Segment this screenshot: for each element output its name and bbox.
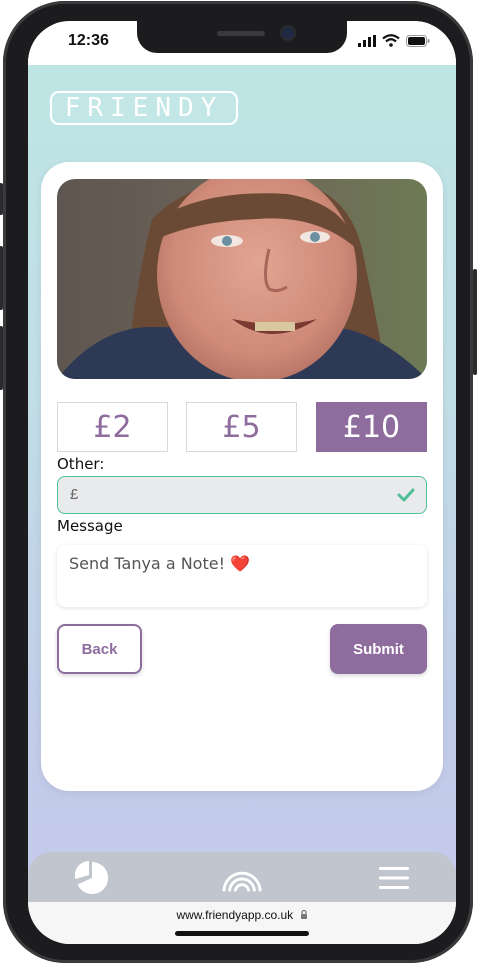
- amount-options: £2 £5 £10: [57, 402, 427, 452]
- battery-icon: [406, 34, 430, 47]
- phone-frame: 12:36 FRIENDY £2 £5 £10 Other: £ Message…: [0, 1, 477, 963]
- check-icon: [397, 488, 415, 502]
- nav-stats[interactable]: [72, 860, 112, 896]
- pie-chart-icon: [75, 861, 109, 894]
- browser-url-bar: www.friendyapp.co.uk: [28, 902, 456, 944]
- url-display[interactable]: www.friendyapp.co.uk: [28, 908, 456, 922]
- message-label: Message: [57, 517, 123, 535]
- amount-5-button[interactable]: £5: [186, 402, 297, 452]
- amount-2-button[interactable]: £2: [57, 402, 168, 452]
- home-indicator[interactable]: [175, 931, 309, 936]
- side-button: [0, 183, 3, 215]
- menu-icon: [379, 867, 409, 889]
- app-screen: 12:36 FRIENDY £2 £5 £10 Other: £ Message…: [28, 21, 456, 944]
- donation-card: £2 £5 £10 Other: £ Message Send Tanya a …: [41, 162, 443, 791]
- app-logo: FRIENDY: [50, 91, 238, 125]
- back-button[interactable]: Back: [57, 624, 142, 674]
- speaker-grille: [217, 31, 265, 36]
- status-bar: 12:36: [28, 21, 456, 65]
- status-time: 12:36: [68, 32, 109, 49]
- volume-up-button: [0, 246, 3, 310]
- bottom-nav: [28, 852, 456, 902]
- wifi-icon: [382, 34, 400, 47]
- url-text: www.friendyapp.co.uk: [176, 908, 294, 922]
- nav-menu[interactable]: [374, 860, 414, 896]
- power-button: [473, 269, 477, 375]
- nav-home[interactable]: [222, 860, 262, 896]
- status-icons: [358, 34, 430, 47]
- other-amount-input[interactable]: £: [57, 476, 427, 514]
- message-textarea[interactable]: Send Tanya a Note! ❤️: [57, 545, 427, 607]
- other-label: Other:: [57, 455, 105, 473]
- rainbow-icon: [222, 871, 262, 892]
- signal-icon: [358, 34, 376, 47]
- amount-10-button[interactable]: £10: [316, 402, 427, 452]
- message-placeholder: Send Tanya a Note! ❤️: [69, 554, 250, 573]
- submit-button[interactable]: Submit: [330, 624, 427, 674]
- currency-symbol: £: [70, 486, 79, 503]
- recipient-photo: [57, 179, 427, 379]
- lock-icon: [300, 909, 307, 919]
- front-camera: [282, 27, 294, 39]
- notch: [137, 21, 347, 53]
- volume-down-button: [0, 326, 3, 390]
- portrait-image: [57, 179, 427, 379]
